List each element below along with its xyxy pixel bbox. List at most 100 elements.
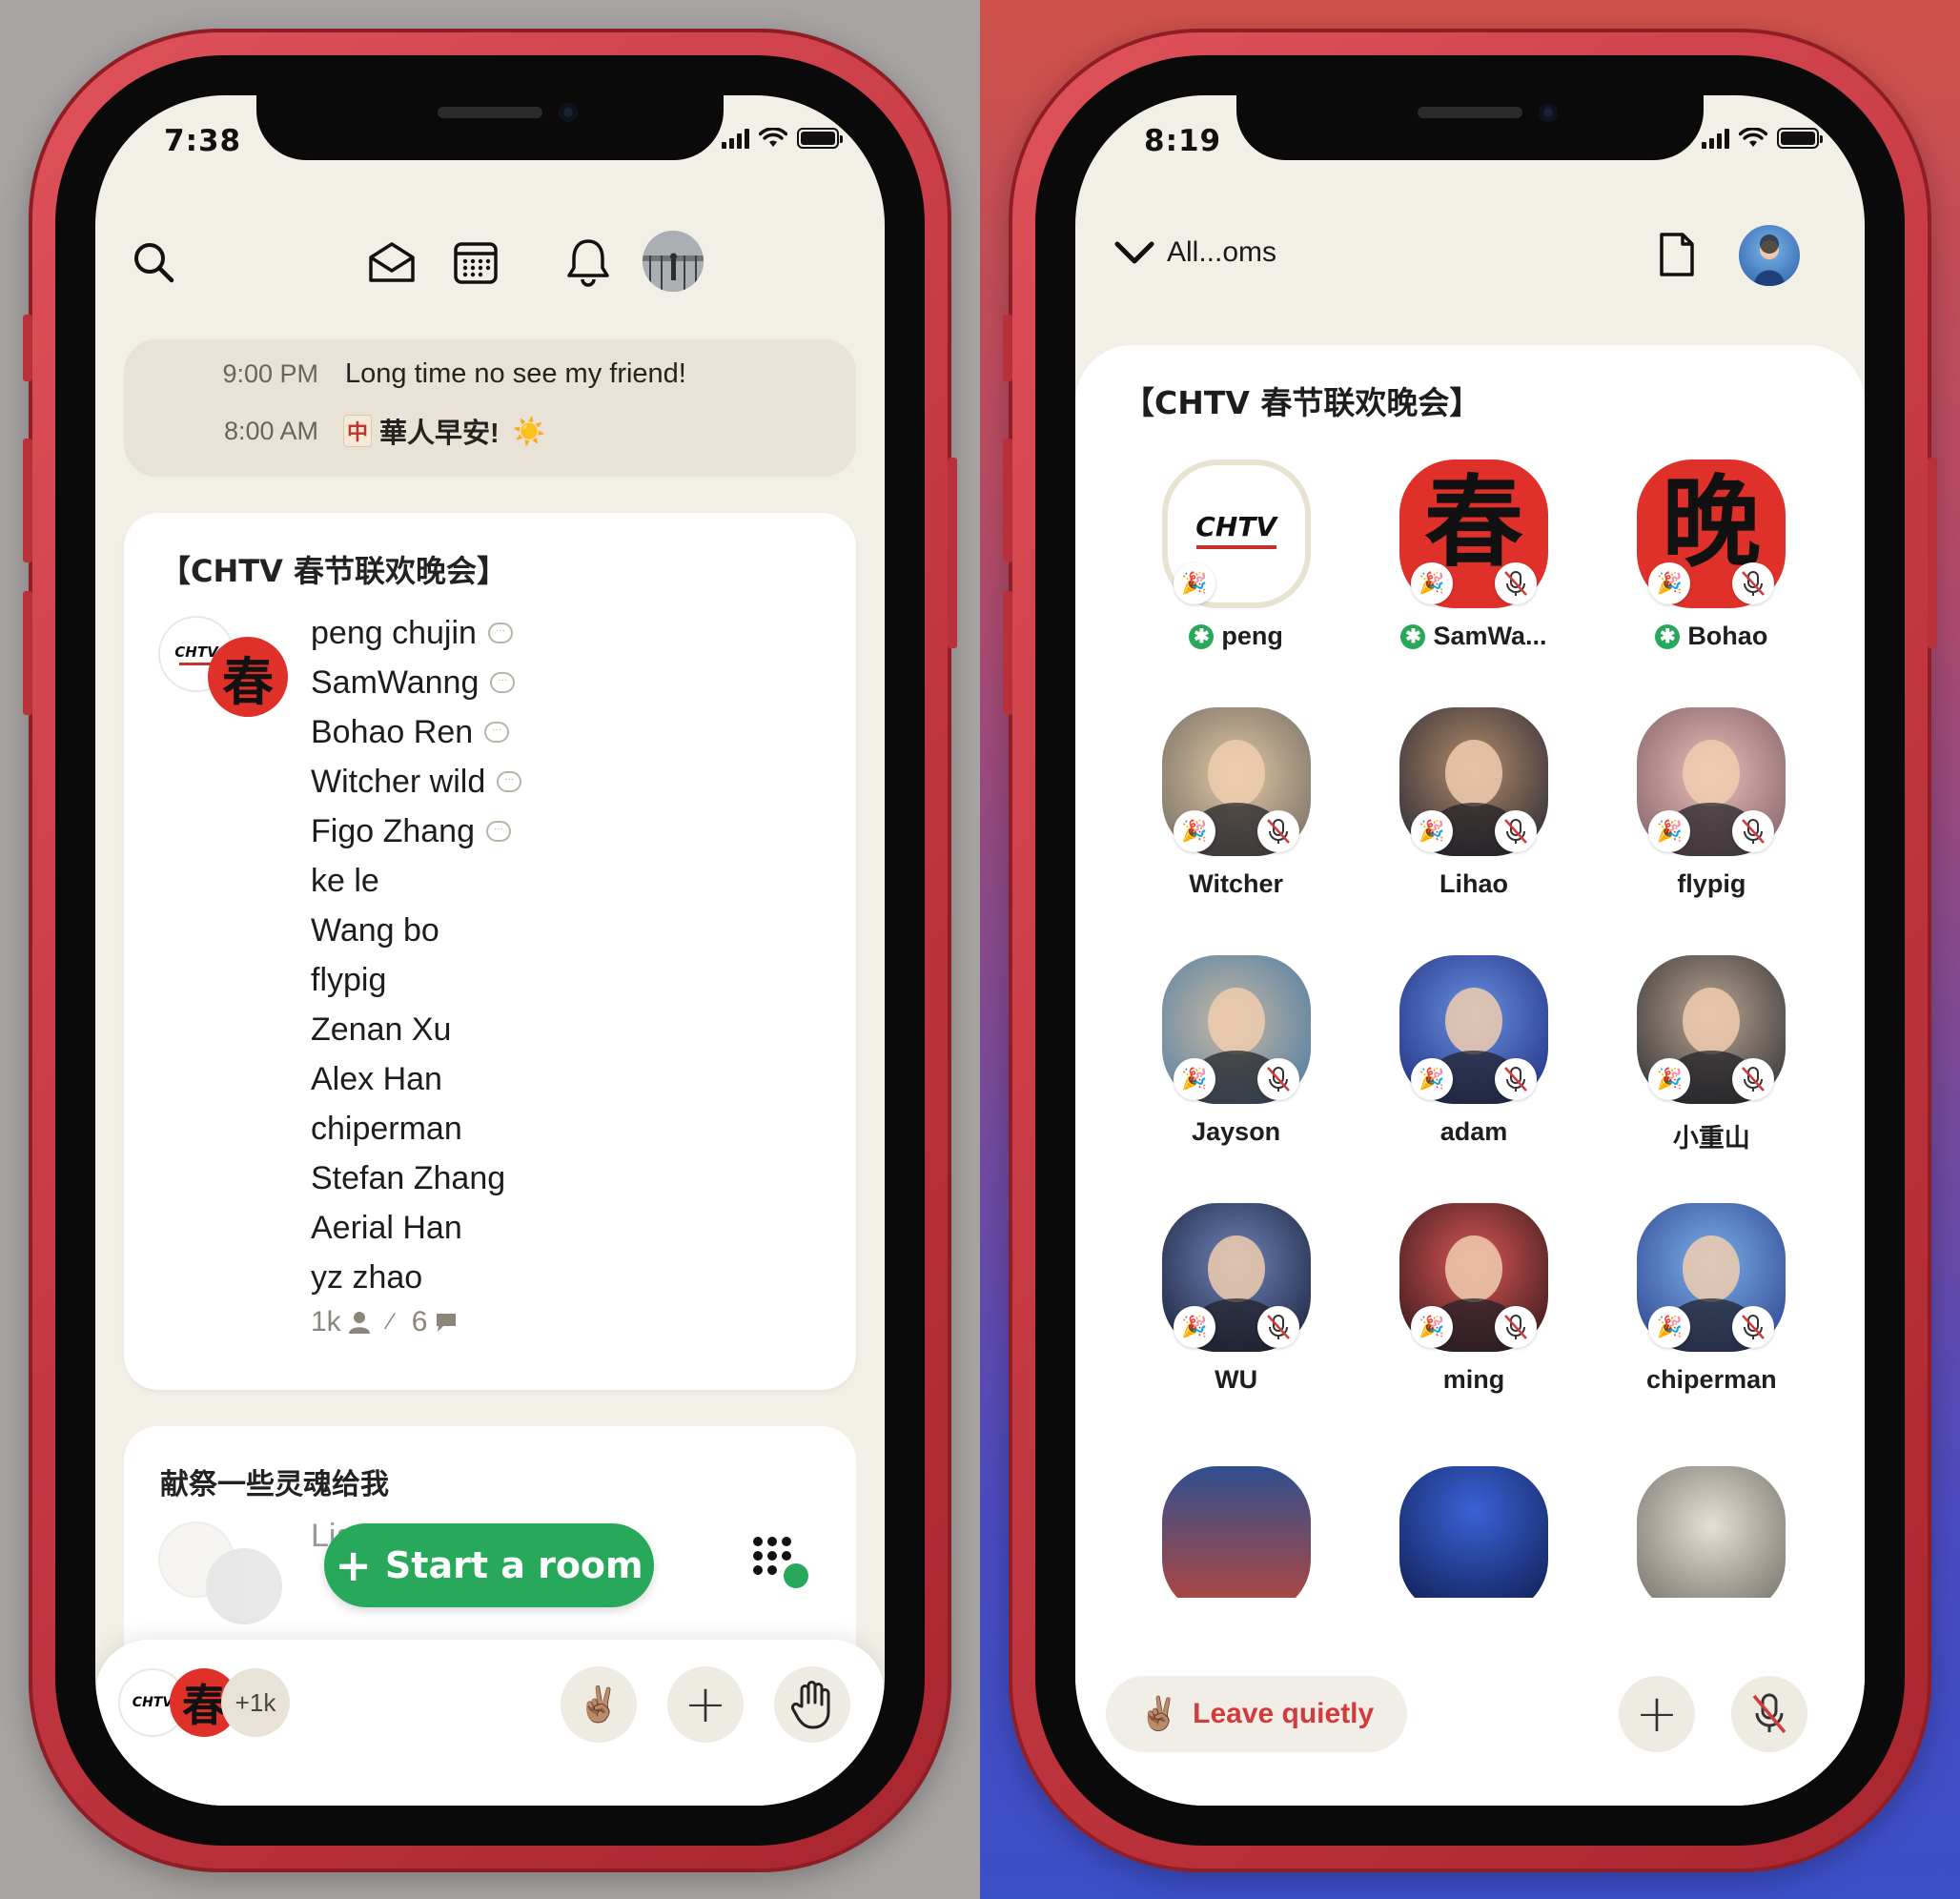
peace-hand-icon: ✌🏽 [1138,1696,1180,1732]
speaker-name-row: adam [1440,1117,1508,1147]
speech-bubble-icon: ··· [487,623,513,643]
speaker-grid: CHTV 🎉 ✱ peng 春 🎉 ✱ SamWa... 晚 🎉 ✱ Bohao 🎉 Witcher 🎉 Li… [1117,459,1830,1409]
volume-up-button [23,439,32,562]
speaker-tile[interactable]: 🎉 Jayson [1117,955,1355,1161]
speech-bubble-icon: ··· [484,722,510,743]
speaker-avatar[interactable] [1399,1466,1548,1598]
signal-icon [722,128,749,149]
calendar-icon[interactable] [446,233,505,292]
add-button[interactable]: + [667,1666,744,1743]
mic-muted-icon [1256,1306,1299,1348]
mute-toggle-button[interactable] [1731,1676,1807,1752]
speaker-row: Bohao Ren ··· [311,707,521,757]
speaker-name: flypig [311,961,387,998]
speaker-name: Bohao [1687,622,1768,650]
speaker-name: flypig [1677,869,1746,898]
peace-hand-icon: ✌🏽 [577,1685,621,1725]
party-popper-icon: 🎉 [1173,1058,1215,1100]
speaker-name: Stefan Zhang [311,1159,506,1196]
battery-icon [1777,128,1823,149]
status-time: 7:38 [164,124,242,158]
speaker-row: Zenan Xu [311,1005,521,1054]
speaker-row: Alex Han [311,1054,521,1104]
event-row[interactable]: 8:00 AM 中 華人早安! ☀️ [124,412,546,450]
hallway-label: All...oms [1167,236,1277,268]
add-button[interactable]: + [1619,1676,1695,1752]
speaker-tile[interactable]: 🎉 flypig [1593,707,1830,913]
speaker-name: adam [1439,1117,1508,1146]
search-icon[interactable] [124,233,183,292]
room-card[interactable]: 【CHTV 春节联欢晚会】 CHTV 春 peng chujin ··· SamWa… [124,513,856,1390]
volume-down-button [1003,591,1012,715]
upcoming-events[interactable]: 9:00 PM Long time no see my friend! 8:00… [124,339,856,477]
extra-count: +1k [221,1668,290,1737]
speaker-avatar[interactable] [1637,1466,1786,1598]
speaker-tile[interactable]: 春 🎉 ✱ SamWa... [1355,459,1592,665]
speaker-tile[interactable]: CHTV 🎉 ✱ peng [1117,459,1355,665]
speaker-tile[interactable]: 🎉 Lihao [1355,707,1592,913]
party-popper-icon: 🎉 [1648,810,1691,852]
notch [256,95,724,160]
speaker-tile[interactable]: 🎉 chiperman [1593,1203,1830,1409]
document-icon[interactable] [1647,225,1706,284]
stats-separator: ⁄ [388,1309,393,1335]
room-sheet: 【CHTV 春节联欢晚会】 CHTV 🎉 ✱ peng 春 🎉 ✱ SamWa... 晚 🎉 ✱ Bo… [1075,345,1865,1680]
power-button [1928,458,1937,648]
invite-envelope-icon[interactable] [362,233,421,292]
mic-muted-icon [1732,562,1775,604]
speaker-row: flypig [311,955,521,1005]
plus-icon: + [684,1674,727,1734]
bell-icon[interactable] [559,233,618,292]
mahjong-icon: 中 [343,415,372,447]
speaker-name-row: ✱ SamWa... [1400,622,1547,651]
silent-switch [1003,315,1012,381]
speaker-tile[interactable]: 🎉 Witcher [1117,707,1355,913]
leave-quietly-button[interactable]: ✌🏽 Leave quietly [1106,1676,1407,1752]
leave-quietly-label: Leave quietly [1193,1698,1375,1729]
status-icons [1702,128,1823,149]
profile-avatar[interactable] [1739,225,1800,286]
status-time: 8:19 [1144,124,1222,158]
speaker-row: ke le [311,856,521,906]
party-popper-icon: 🎉 [1173,1306,1215,1348]
speaker-name-row: ming [1443,1365,1505,1395]
party-popper-icon: 🎉 [1410,562,1453,604]
backchannel-grid-button[interactable] [753,1537,820,1594]
party-popper-icon: 🎉 [1648,1058,1691,1100]
profile-avatar[interactable] [643,231,704,292]
speaker-name: Aerial Han [311,1209,462,1246]
sun-icon: ☀️ [512,415,546,447]
signal-icon [1702,128,1729,149]
speaker-row: Figo Zhang ··· [311,807,521,856]
leave-room-button[interactable]: ✌🏽 [561,1666,637,1743]
speaker-tile[interactable]: 🎉 ming [1355,1203,1592,1409]
speaker-row: yz zhao [311,1253,521,1302]
mic-muted-icon [1494,810,1537,852]
event-time: 8:00 AM [223,416,318,445]
event-time: 9:00 PM [222,358,318,388]
speaker-name-row: ✱ peng [1189,622,1283,651]
start-room-button[interactable]: + Start a room [324,1523,654,1607]
mic-muted-icon [1732,1058,1775,1100]
speaker-tile[interactable]: 🎉 WU [1117,1203,1355,1409]
speaker-tile[interactable]: 🎉 adam [1355,955,1592,1161]
raise-hand-button[interactable] [774,1666,850,1743]
speaker-tile[interactable]: 🎉 小重山 [1593,955,1830,1161]
room-controls: ✌🏽 Leave quietly + [1075,1647,1865,1806]
speaker-list: peng chujin ··· SamWanng ··· Bohao Ren ··· Wit… [311,608,522,1302]
volume-up-button [1003,439,1012,562]
speaker-avatar[interactable] [1161,1466,1311,1598]
volume-down-button [23,591,32,715]
plus-icon: + [1635,1684,1679,1744]
hallway-back-button[interactable]: All...oms [1113,236,1276,269]
moderator-icon: ✱ [1655,623,1681,649]
speaker-name-row: flypig [1677,869,1746,899]
speech-bubble-icon: ··· [486,821,511,842]
speaker-row: peng chujin ··· [311,608,521,658]
speaker-row: chiperman [311,1104,521,1154]
chevron-down-icon [1114,241,1154,264]
event-row[interactable]: 9:00 PM Long time no see my friend! [124,355,685,393]
active-room-bar[interactable]: CHTV 春 +1k ✌🏽 + [95,1640,885,1806]
speaker-tile[interactable]: 晚 🎉 ✱ Bohao [1593,459,1830,665]
speaker-name: ming [1442,1365,1505,1394]
